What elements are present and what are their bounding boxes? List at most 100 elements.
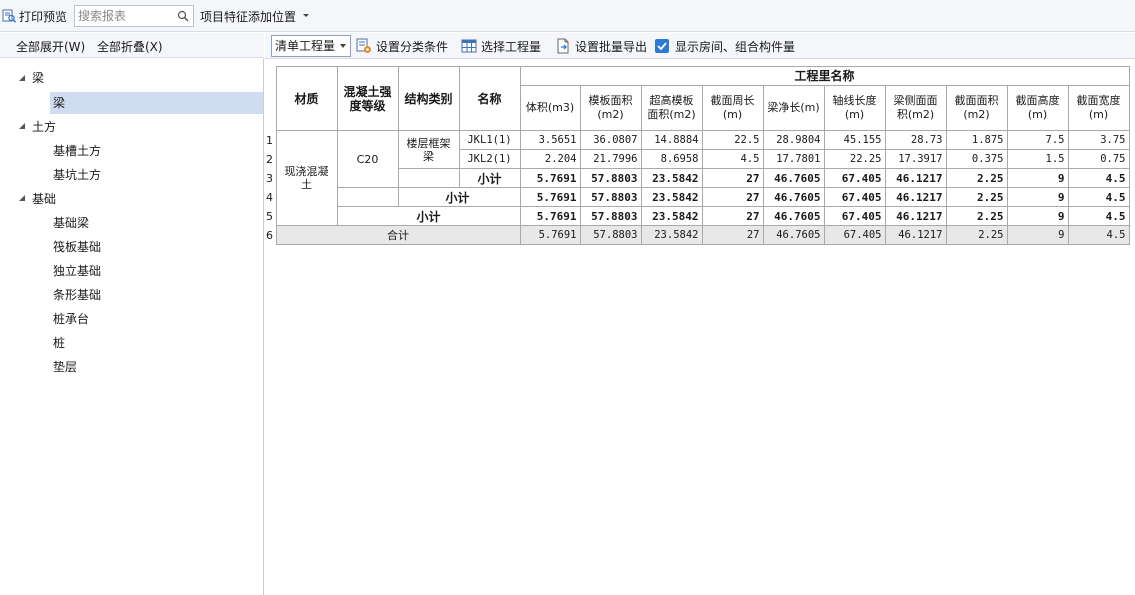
column-header-overheight-formwork[interactable]: 超高模板面积(m2) [640, 85, 703, 131]
cell-name[interactable]: JKL1(1) [458, 130, 521, 150]
cell-value[interactable]: 2.25 [945, 225, 1008, 245]
cell-value[interactable]: 4.5 [1067, 168, 1130, 188]
subtotal-row[interactable]: 4 小计 5.7691 57.8803 23.5842 27 46.7605 6… [266, 187, 1130, 207]
cell-value[interactable]: 4.5 [1067, 187, 1130, 207]
cell-value[interactable]: 1.5 [1006, 149, 1069, 169]
cell-value[interactable]: 0.75 [1067, 149, 1130, 169]
cell-value[interactable]: 2.204 [519, 149, 581, 169]
column-header-section-perimeter[interactable]: 截面周长(m) [701, 85, 764, 131]
cell-value[interactable]: 46.7605 [762, 206, 825, 226]
cell-value[interactable]: 1.875 [945, 130, 1008, 150]
cell-value[interactable]: 23.5842 [640, 187, 703, 207]
cell-value[interactable]: 67.405 [823, 206, 886, 226]
cell-value[interactable]: 0.375 [945, 149, 1008, 169]
cell-value[interactable]: 27 [701, 206, 764, 226]
cell-struct-type[interactable]: 楼层框架梁 [397, 130, 460, 169]
cell-value[interactable]: 8.6958 [640, 149, 703, 169]
column-header-name[interactable]: 名称 [458, 66, 521, 131]
tree-node-strip-foundation[interactable]: 条形基础 [53, 284, 101, 306]
cell-value[interactable]: 45.155 [823, 130, 886, 150]
tree-node-pile[interactable]: 桩 [53, 332, 65, 354]
cell-value[interactable]: 27 [701, 187, 764, 207]
column-header-volume[interactable]: 体积(m3) [519, 85, 581, 131]
tree-node-foundation-beam[interactable]: 基础梁 [53, 212, 89, 234]
cell-grade[interactable]: C20 [336, 130, 399, 188]
cell-value[interactable]: 46.1217 [884, 206, 947, 226]
column-header-formwork-area[interactable]: 模板面积(m2) [579, 85, 642, 131]
cell-value[interactable]: 14.8884 [640, 130, 703, 150]
cell-value[interactable]: 17.7801 [762, 149, 825, 169]
cell-value[interactable]: 7.5 [1006, 130, 1069, 150]
search-icon[interactable] [177, 10, 189, 22]
tree-collapse-triangle-icon[interactable] [18, 194, 26, 202]
column-header-section-width[interactable]: 截面宽度(m) [1067, 85, 1130, 131]
report-search-input[interactable] [75, 6, 171, 26]
cell-value[interactable]: 57.8803 [579, 206, 642, 226]
cell-value[interactable]: 21.7996 [579, 149, 642, 169]
cell-subtotal-label[interactable]: 小计 [336, 206, 521, 226]
cell-value[interactable]: 46.1217 [884, 168, 947, 188]
cell-value[interactable]: 67.405 [823, 225, 886, 245]
column-group-header[interactable]: 工程里名称 [519, 66, 1130, 86]
column-header-section-height[interactable]: 截面高度(m) [1006, 85, 1069, 131]
cell-value[interactable]: 22.25 [823, 149, 886, 169]
subtotal-row[interactable]: 5 小计 5.7691 57.8803 23.5842 27 46.7605 6… [266, 206, 1130, 226]
cell-value[interactable]: 17.3917 [884, 149, 947, 169]
cell-value[interactable]: 2.25 [945, 206, 1008, 226]
cell-value[interactable]: 46.1217 [884, 225, 947, 245]
cell-value[interactable]: 28.73 [884, 130, 947, 150]
show-rooms-checkbox[interactable]: 显示房间、组合构件量 [655, 38, 795, 54]
cell-value[interactable]: 9 [1006, 225, 1069, 245]
cell-value[interactable]: 3.5651 [519, 130, 581, 150]
cell-value[interactable]: 9 [1006, 168, 1069, 188]
tree-node-trench-earthwork[interactable]: 基槽土方 [53, 140, 101, 162]
tree-node-earthwork[interactable]: 土方 [32, 116, 56, 138]
tree-node-isolated-foundation[interactable]: 独立基础 [53, 260, 101, 282]
cell-value[interactable]: 23.5842 [640, 206, 703, 226]
cell-subtotal-label[interactable]: 小计 [458, 168, 521, 188]
cell-subtotal-label[interactable]: 小计 [397, 187, 521, 207]
tree-node-beam[interactable]: 梁 [32, 67, 44, 89]
select-quantity-button[interactable]: 选择工程量 [461, 38, 541, 54]
quantity-type-select[interactable]: 清单工程量 [271, 35, 351, 57]
cell-value[interactable]: 5.7691 [519, 187, 581, 207]
tree-collapse-triangle-icon[interactable] [18, 122, 26, 130]
print-preview-button[interactable]: 打印预览 [2, 7, 67, 25]
cell-value[interactable]: 57.8803 [579, 168, 642, 188]
cell-value[interactable]: 36.0807 [579, 130, 642, 150]
cell-value[interactable]: 2.25 [945, 187, 1008, 207]
cell-value[interactable]: 4.5 [1067, 206, 1130, 226]
cell-value[interactable]: 57.8803 [579, 187, 642, 207]
column-header-grade[interactable]: 混凝土强度等级 [336, 66, 399, 131]
cell-value[interactable]: 23.5842 [640, 225, 703, 245]
cell-value[interactable]: 9 [1006, 206, 1069, 226]
total-row[interactable]: 6 合计 5.7691 57.8803 23.5842 27 46.7605 6… [266, 225, 1130, 245]
feature-position-dropdown[interactable]: 项目特征添加位置 [200, 7, 311, 25]
table-row[interactable]: 1 现浇混凝土 C20 楼层框架梁 JKL1(1) 3.5651 36.0807… [266, 130, 1130, 226]
tree-collapse-triangle-icon[interactable] [18, 74, 26, 82]
cell-value[interactable]: 5.7691 [519, 206, 581, 226]
cell-value[interactable]: 27 [701, 168, 764, 188]
cell-value[interactable]: 5.7691 [519, 168, 581, 188]
set-category-button[interactable]: 设置分类条件 [356, 38, 448, 54]
cell-value[interactable]: 4.5 [701, 149, 764, 169]
cell-value[interactable]: 46.7605 [762, 225, 825, 245]
tree-node-raft-foundation[interactable]: 筏板基础 [53, 236, 101, 258]
column-header-material[interactable]: 材质 [275, 66, 338, 131]
cell-value[interactable]: 57.8803 [579, 225, 642, 245]
expand-all-button[interactable]: 全部展开(W) [16, 38, 85, 55]
cell-value[interactable]: 23.5842 [640, 168, 703, 188]
column-header-section-area[interactable]: 截面面积(m2) [945, 85, 1008, 131]
tree-node-pile-cap[interactable]: 桩承台 [53, 308, 89, 330]
cell-value[interactable]: 2.25 [945, 168, 1008, 188]
tree-node-beam-child[interactable]: 梁 [50, 92, 263, 114]
cell-value[interactable]: 22.5 [701, 130, 764, 150]
column-header-struct-type[interactable]: 结构类别 [397, 66, 460, 131]
cell-value[interactable]: 67.405 [823, 168, 886, 188]
column-header-beam-net-length[interactable]: 梁净长(m) [762, 85, 825, 131]
cell-value[interactable]: 27 [701, 225, 764, 245]
cell-value[interactable]: 46.1217 [884, 187, 947, 207]
tree-node-foundation[interactable]: 基础 [32, 188, 56, 210]
tree-node-cushion[interactable]: 垫层 [53, 356, 77, 378]
tree-node-pit-earthwork[interactable]: 基坑土方 [53, 164, 101, 186]
